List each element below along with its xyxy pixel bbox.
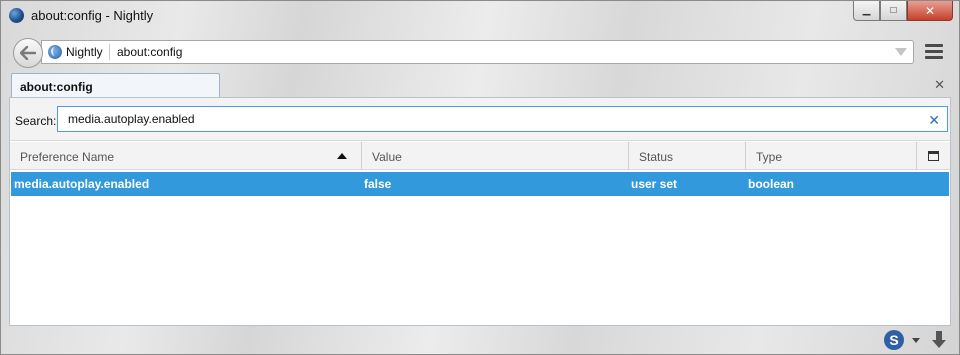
maximize-button[interactable]: □: [880, 1, 907, 21]
table-row[interactable]: media.autoplay.enabled false user set bo…: [11, 172, 949, 196]
caption-buttons: ▁ □ ✕: [853, 1, 953, 21]
column-label: Value: [372, 150, 402, 164]
tab-strip: about:config ✕: [1, 71, 959, 98]
search-row: Search: ✕: [10, 98, 950, 141]
hamburger-menu-icon[interactable]: [925, 44, 943, 60]
config-page: Search: ✕ Preference Name Value Status T…: [9, 97, 951, 326]
cell-type: boolean: [748, 177, 795, 191]
close-window-button[interactable]: ✕: [907, 1, 953, 21]
cell-preference-name: media.autoplay.enabled: [14, 177, 150, 191]
column-preference-name[interactable]: Preference Name: [10, 142, 362, 170]
column-header: Preference Name Value Status Type: [10, 142, 950, 170]
title-bar: about:config - Nightly ▁ □ ✕: [1, 1, 959, 31]
navigation-toolbar: Nightly about:config: [1, 35, 959, 69]
search-clear-icon[interactable]: ✕: [928, 112, 940, 129]
back-button[interactable]: [13, 38, 43, 68]
identity-box[interactable]: Nightly: [48, 44, 110, 60]
window-title: about:config - Nightly: [31, 8, 154, 23]
search-label: Search:: [15, 114, 57, 128]
column-label: Status: [639, 150, 674, 164]
url-text[interactable]: about:config: [117, 45, 182, 59]
app-icon: [9, 8, 24, 23]
cell-status: user set: [631, 177, 678, 191]
column-type[interactable]: Type: [746, 142, 917, 170]
sync-icon[interactable]: S: [884, 330, 904, 350]
search-input[interactable]: [57, 106, 948, 132]
identity-label: Nightly: [66, 45, 103, 59]
cell-value: false: [364, 177, 392, 191]
tab-about-config[interactable]: about:config: [11, 73, 220, 98]
sort-ascending-icon: [337, 153, 347, 159]
column-value[interactable]: Value: [362, 142, 629, 170]
url-bar[interactable]: Nightly about:config: [41, 40, 914, 64]
browser-window: about:config - Nightly ▁ □ ✕ Nightly abo…: [0, 0, 960, 355]
tab-close-icon[interactable]: ✕: [934, 77, 945, 93]
tab-label: about:config: [20, 80, 93, 94]
dropdown-arrow-icon[interactable]: [912, 338, 920, 343]
column-label: Type: [756, 150, 783, 164]
addon-bar: S: [1, 327, 959, 355]
column-label: Preference Name: [20, 150, 115, 164]
download-icon[interactable]: [932, 331, 946, 349]
column-status[interactable]: Status: [629, 142, 746, 170]
column-picker-icon[interactable]: [928, 151, 939, 161]
globe-icon: [48, 45, 62, 59]
minimize-button[interactable]: ▁: [853, 1, 880, 21]
dropdown-arrow-icon[interactable]: [895, 48, 907, 56]
back-arrow-icon: [20, 46, 36, 60]
